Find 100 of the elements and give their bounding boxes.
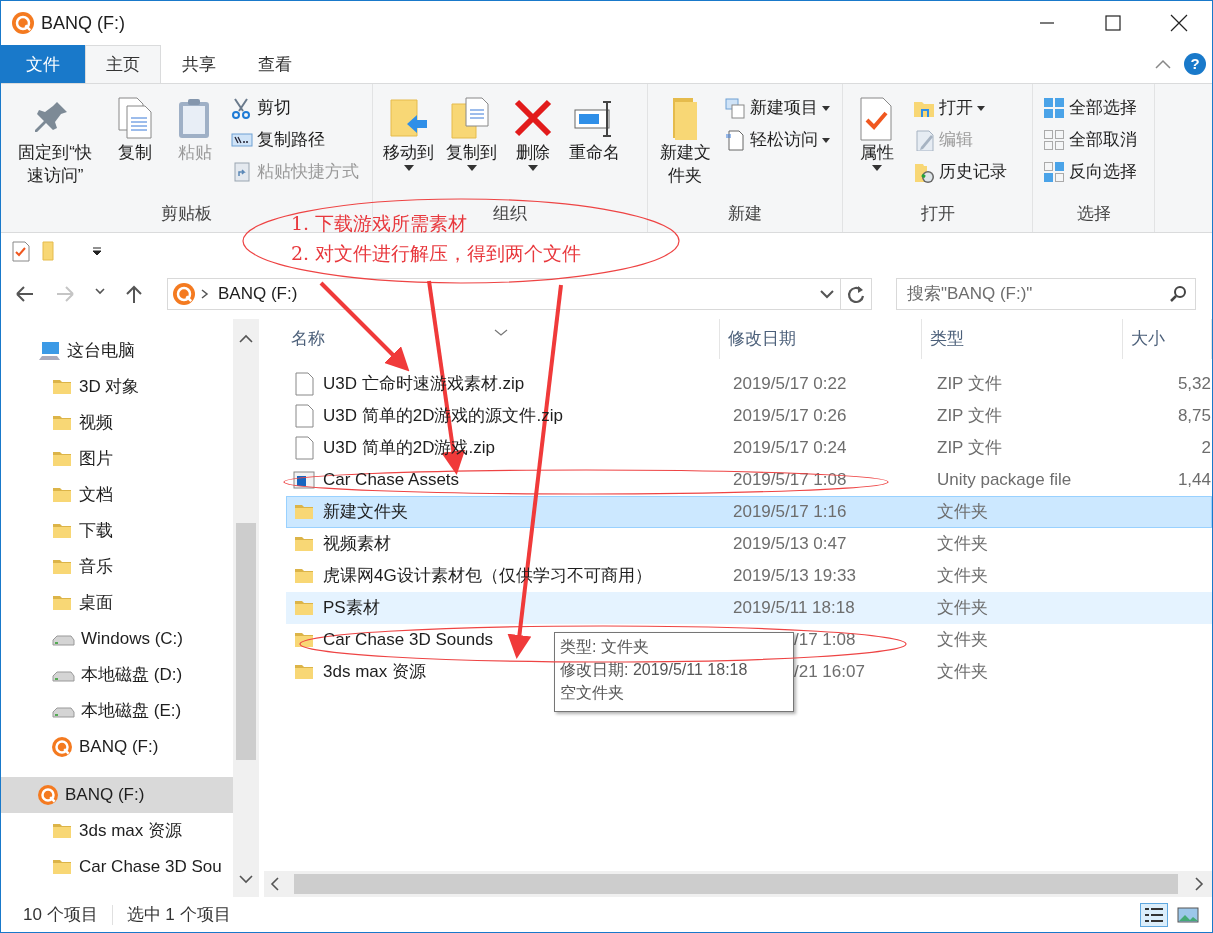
ribbon-button[interactable]: 全部取消: [1039, 124, 1141, 156]
column-header[interactable]: 类型: [922, 319, 1123, 359]
maximize-icon[interactable]: [1102, 13, 1124, 33]
file-name[interactable]: PS素材: [323, 595, 380, 621]
thumbnail-view-icon[interactable]: [1177, 905, 1199, 924]
ribbon-tab[interactable]: 文件: [1, 45, 85, 83]
column-header[interactable]: 名称: [264, 319, 720, 359]
ribbon-button[interactable]: 历史记录: [909, 156, 1011, 188]
ribbon-button[interactable]: 打开: [909, 92, 1011, 124]
scroll-down-icon[interactable]: [239, 874, 253, 884]
pencil-document-icon: [913, 129, 935, 151]
type-cell: ZIP 文件: [937, 438, 1002, 458]
ribbon-button[interactable]: 新建项目: [720, 92, 835, 124]
nav-item[interactable]: 下载: [1, 513, 233, 549]
file-name[interactable]: Car Chase 3D Sounds: [323, 627, 494, 653]
scrollbar-thumb[interactable]: [294, 874, 1178, 894]
date-cell: /21 16:07: [794, 662, 865, 682]
scroll-up-icon[interactable]: [239, 333, 253, 344]
type-cell: 文件夹: [937, 502, 988, 522]
nav-item[interactable]: 本地磁盘 (E:): [1, 693, 233, 729]
ribbon-button[interactable]: 轻松访问: [720, 124, 835, 156]
ring-icon: [11, 11, 35, 35]
scrollbar-thumb[interactable]: [236, 522, 256, 760]
column-header[interactable]: 修改日期: [719, 319, 923, 359]
ribbon-button[interactable]: 复制: [107, 92, 164, 201]
help-button[interactable]: ?: [1184, 53, 1206, 75]
partial-grid-icon: [1043, 161, 1065, 183]
caret-icon: [466, 164, 477, 171]
type-cell: Unity package file: [937, 470, 1072, 490]
ribbon-tab[interactable]: 查看: [237, 45, 313, 83]
ribbon-button[interactable]: 固定到“快速访问”: [7, 92, 104, 201]
ribbon-tab[interactable]: 主页: [85, 45, 161, 83]
file-row[interactable]: 新建文件夹 2019/5/17 1:16 文件夹: [286, 496, 1212, 528]
address-bar[interactable]: BANQ (F:): [167, 278, 872, 310]
ribbon-button[interactable]: 复制到: [442, 92, 501, 201]
date-cell: 2019/5/17 0:24: [733, 438, 847, 458]
search-icon: [1169, 285, 1187, 303]
nav-item[interactable]: 3D 对象: [1, 369, 233, 405]
checkmark-document-icon[interactable]: [11, 240, 31, 262]
file-row[interactable]: PS素材 2019/5/11 18:18 文件夹: [286, 592, 1212, 624]
ribbon-button[interactable]: 删除: [505, 92, 561, 201]
details-view-icon[interactable]: [1143, 905, 1165, 924]
item-count: 10 个项目: [23, 903, 98, 926]
nav-item[interactable]: 图片: [1, 441, 233, 477]
scroll-left-icon[interactable]: [270, 877, 280, 891]
date-cell: 2019/5/13 0:47: [733, 534, 847, 554]
size-cell: 8,75: [1177, 406, 1211, 426]
date-cell: 2019/5/13 19:33: [733, 566, 856, 586]
nav-item[interactable]: 3ds max 资源: [1, 813, 233, 849]
ring-icon: [172, 282, 196, 306]
caret-icon: [872, 164, 882, 171]
caret-icon: [822, 137, 831, 143]
ribbon-button[interactable]: 移动到: [379, 92, 438, 201]
scroll-right-icon[interactable]: [1194, 877, 1204, 891]
file-name[interactable]: 新建文件夹: [323, 499, 408, 525]
type-cell: ZIP 文件: [937, 406, 1002, 426]
nav-item[interactable]: 音乐: [1, 549, 233, 585]
nav-item[interactable]: 文档: [1, 477, 233, 513]
nav-item[interactable]: 本地磁盘 (D:): [1, 657, 233, 693]
nav-item[interactable]: Car Chase 3D Sou: [1, 849, 233, 885]
close-icon[interactable]: [1168, 13, 1190, 33]
date-cell: 2019/5/11 18:18: [733, 598, 855, 618]
caret-icon: [822, 105, 831, 111]
tooltip-text: 空文件夹: [560, 683, 625, 704]
nav-item[interactable]: BANQ (F:): [1, 777, 233, 813]
customize-icon[interactable]: [91, 245, 103, 257]
group-label: 新建: [728, 203, 762, 223]
ribbon-button[interactable]: 新建文件夹: [654, 92, 717, 201]
file-name[interactable]: 视频素材: [323, 531, 391, 557]
ribbon-button[interactable]: 全部选择: [1039, 92, 1141, 124]
ribbon-button[interactable]: 属性: [849, 92, 905, 201]
document-icon: [724, 129, 747, 151]
ribbon-button[interactable]: 剪切: [227, 92, 364, 124]
type-cell: 文件夹: [937, 630, 988, 650]
nav-item[interactable]: 视频: [1, 405, 233, 441]
chevron-down-icon[interactable]: [820, 289, 834, 299]
type-cell: 文件夹: [937, 534, 988, 554]
back-icon[interactable]: [14, 284, 36, 304]
nav-item[interactable]: Windows (C:): [1, 621, 233, 657]
type-cell: ZIP 文件: [937, 374, 1002, 394]
search-box[interactable]: 搜索"BANQ (F:)": [896, 278, 1196, 310]
sort-caret-icon: [494, 328, 508, 337]
nav-item[interactable]: 桌面: [1, 585, 233, 621]
tooltip-text: 类型: 文件夹: [560, 637, 650, 657]
column-header[interactable]: 大小: [1122, 319, 1212, 359]
file-icon: [293, 436, 315, 460]
file-icon: [293, 372, 315, 396]
ring-icon: [51, 736, 73, 758]
nav-item[interactable]: BANQ (F:): [1, 729, 233, 765]
ribbon-tab[interactable]: 共享: [161, 45, 237, 83]
file-name[interactable]: 3ds max 资源: [323, 659, 426, 685]
chevron-up-icon[interactable]: [1154, 58, 1172, 70]
nav-item[interactable]: 这台电脑: [1, 333, 233, 369]
new-item-icon: [724, 97, 747, 119]
group-label: 剪贴板: [161, 203, 212, 223]
ribbon-button[interactable]: 复制路径: [227, 124, 364, 156]
file-name[interactable]: Car Chase Assets: [323, 467, 460, 493]
refresh-icon[interactable]: [846, 284, 866, 304]
ribbon-button[interactable]: 反向选择: [1039, 156, 1141, 188]
ribbon-button[interactable]: 重命名: [565, 92, 624, 201]
